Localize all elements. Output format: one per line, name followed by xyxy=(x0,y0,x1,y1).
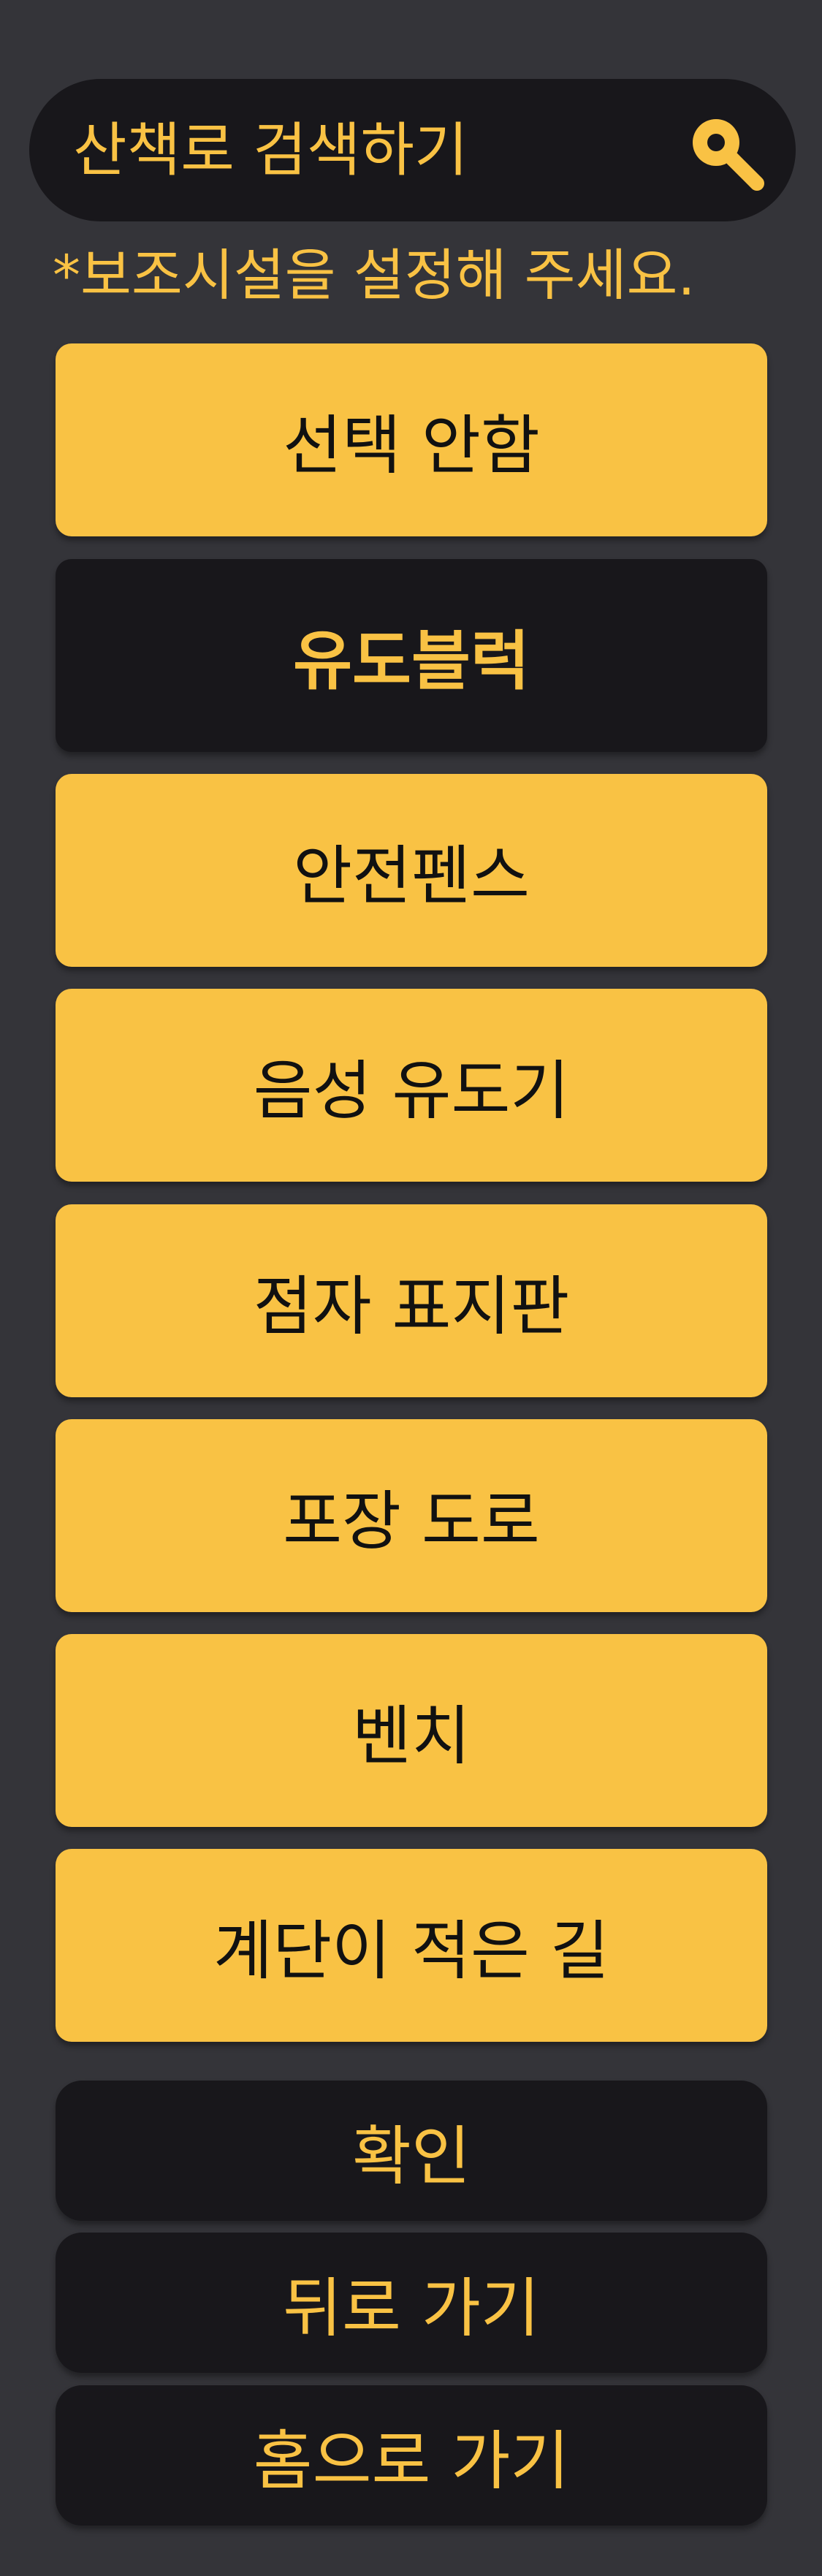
option-braille-sign-button[interactable]: 점자 표지판 xyxy=(56,1204,767,1397)
search-input[interactable]: 산책로 검색하기 xyxy=(73,79,468,221)
confirm-button[interactable]: 확인 xyxy=(56,2081,767,2221)
home-button[interactable]: 홈으로 가기 xyxy=(56,2385,767,2526)
option-label: 계단이 적은 길 xyxy=(213,1912,609,1988)
option-paved-road-button[interactable]: 포장 도로 xyxy=(56,1419,767,1612)
option-guide-block-button[interactable]: 유도블럭 xyxy=(56,559,767,752)
option-label: 벤치 xyxy=(352,1698,471,1774)
option-label: 포장 도로 xyxy=(283,1483,540,1559)
option-safety-fence-button[interactable]: 안전펜스 xyxy=(56,774,767,967)
option-none-button[interactable]: 선택 안함 xyxy=(56,343,767,536)
option-bench-button[interactable]: 벤치 xyxy=(56,1634,767,1827)
option-few-stairs-button[interactable]: 계단이 적은 길 xyxy=(56,1849,767,2042)
option-voice-guide-button[interactable]: 음성 유도기 xyxy=(56,989,767,1182)
facility-hint-text: *보조시설을 설정해 주세요. xyxy=(53,243,696,308)
search-icon[interactable] xyxy=(685,112,766,192)
option-label: 안전펜스 xyxy=(293,837,530,913)
option-label: 점자 표지판 xyxy=(253,1268,570,1344)
back-button[interactable]: 뒤로 가기 xyxy=(56,2233,767,2373)
option-label: 유도블럭 xyxy=(293,623,530,699)
option-label: 선택 안함 xyxy=(283,407,540,483)
search-bar[interactable]: 산책로 검색하기 xyxy=(29,79,796,221)
option-label: 음성 유도기 xyxy=(253,1052,570,1128)
